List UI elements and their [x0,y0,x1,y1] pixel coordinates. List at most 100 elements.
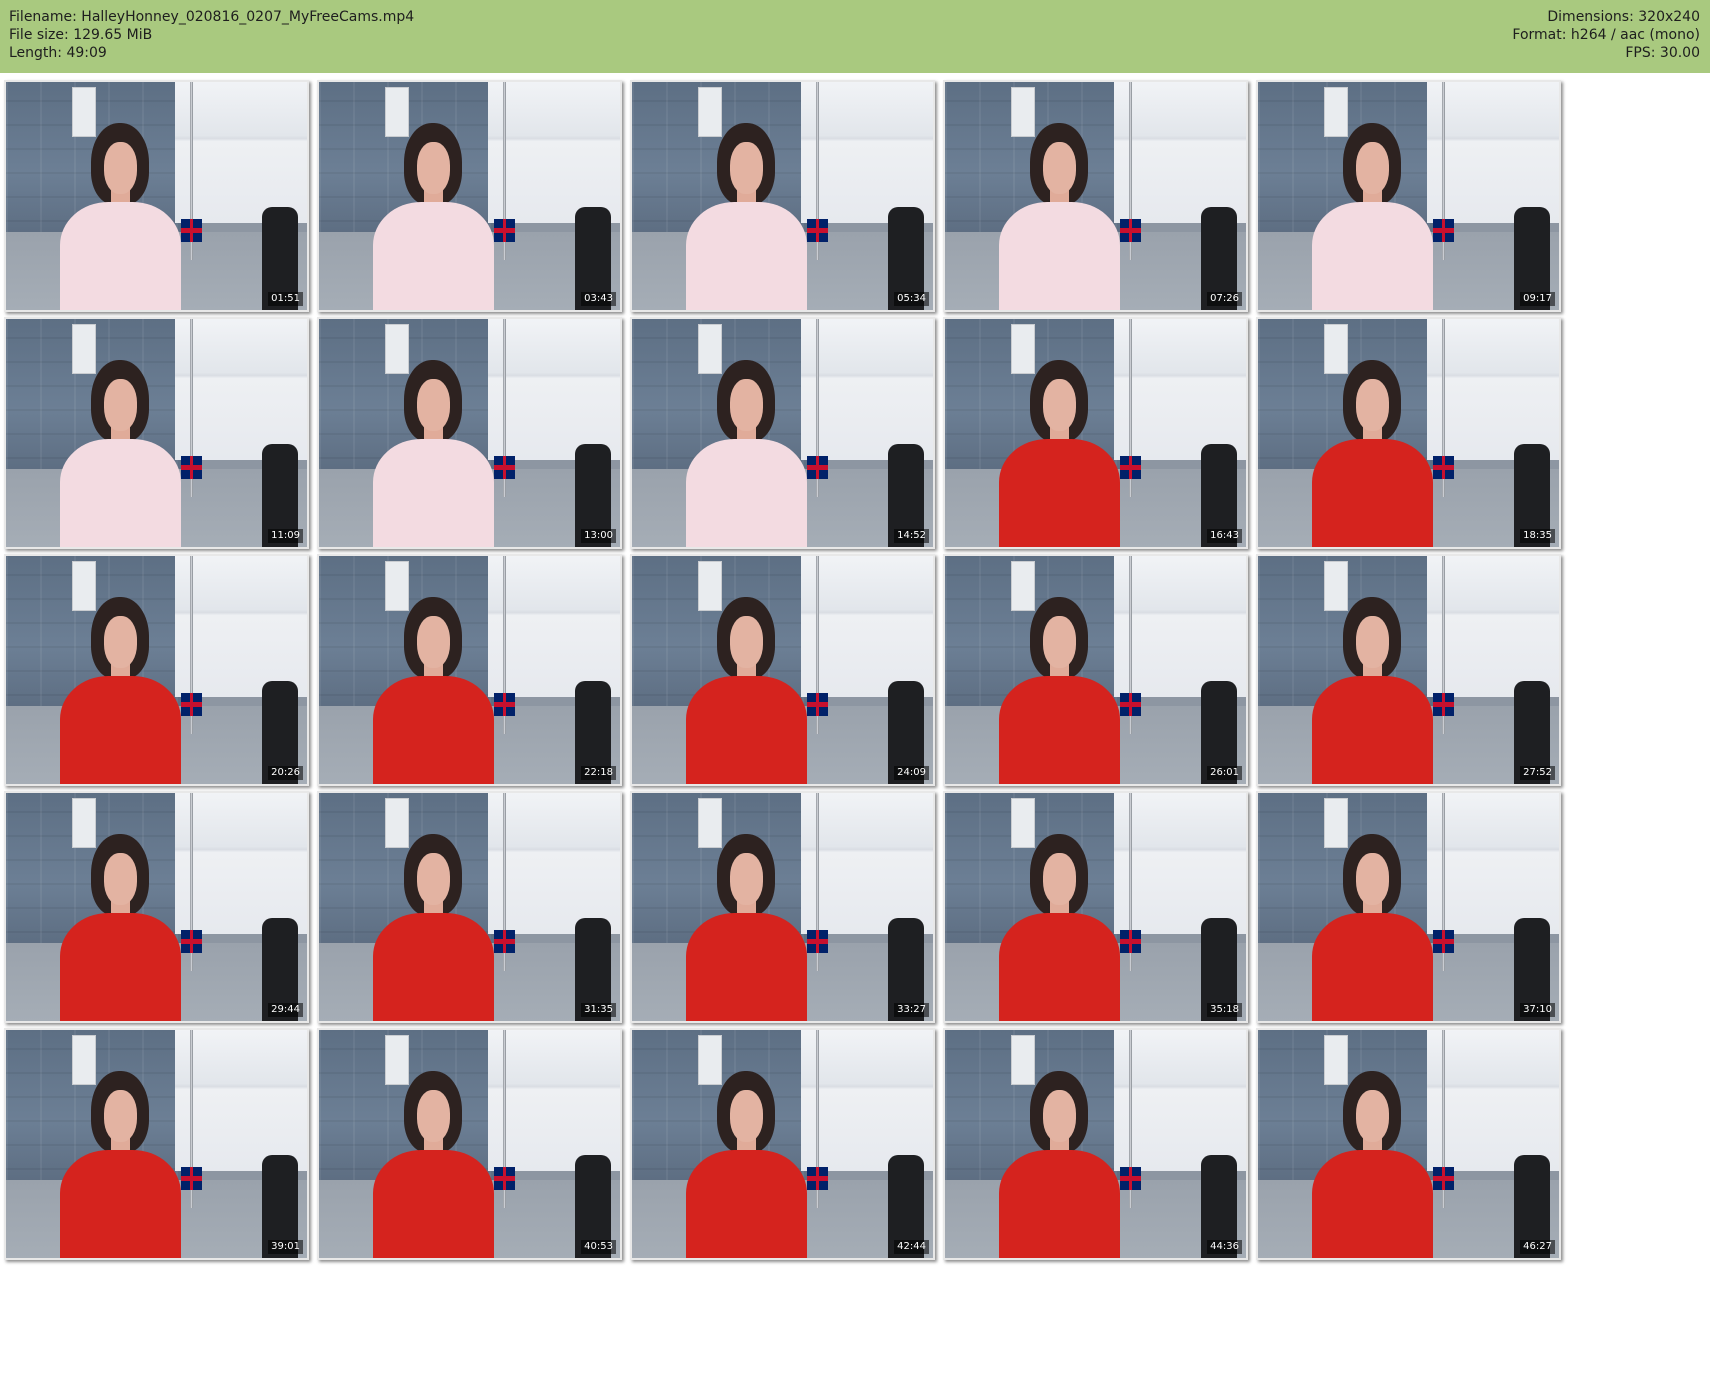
video-thumbnail[interactable]: 24:09 [630,554,935,786]
face [1355,852,1390,906]
outfit [999,1149,1120,1258]
face [1042,1089,1077,1143]
video-thumbnail[interactable]: 18:35 [1256,317,1561,549]
video-thumbnail[interactable]: 42:44 [630,1028,935,1260]
flag-bag [180,455,202,479]
video-thumbnail[interactable]: 20:26 [4,554,309,786]
flag-bag [1432,692,1454,716]
outfit [999,201,1120,310]
thumbnail-timestamp: 42:44 [894,1240,929,1254]
flag-bag [806,692,828,716]
background-shelf [800,319,933,461]
outfit [686,912,807,1021]
video-thumbnail[interactable]: 13:00 [317,317,622,549]
thumbnail-timestamp: 27:52 [1520,766,1555,780]
face [729,378,764,432]
video-thumbnail[interactable]: 03:43 [317,80,622,312]
dimensions-label: Dimensions: 320x240 [1547,9,1700,25]
video-thumbnail[interactable]: 26:01 [943,554,1248,786]
person-figure [1312,1071,1433,1258]
background-shelf [1426,556,1559,698]
thumbnail-timestamp: 18:35 [1520,529,1555,543]
face [1042,378,1077,432]
person-figure [373,123,494,310]
video-thumbnail[interactable]: 40:53 [317,1028,622,1260]
outfit [60,201,181,310]
outfit [1312,201,1433,310]
background-shelf [174,319,307,461]
thumbnail-timestamp: 11:09 [268,529,303,543]
video-thumbnail[interactable]: 05:34 [630,80,935,312]
video-thumbnail[interactable]: 39:01 [4,1028,309,1260]
thumbnail-timestamp: 24:09 [894,766,929,780]
background-shelf [1113,793,1246,935]
background-shelf [487,319,620,461]
person-figure [60,123,181,310]
thumbnail-timestamp: 39:01 [268,1240,303,1254]
video-thumbnail[interactable]: 29:44 [4,791,309,1023]
face [1355,378,1390,432]
face [416,852,451,906]
person-figure [686,597,807,784]
background-shelf [174,556,307,698]
background-shelf [1113,1030,1246,1172]
thumbnail-timestamp: 07:26 [1207,292,1242,306]
outfit [686,675,807,784]
face [1042,852,1077,906]
background-shelf [487,82,620,224]
info-right-column: Dimensions: 320x240 Format: h264 / aac (… [1512,8,1700,62]
thumbnail-timestamp: 40:53 [581,1240,616,1254]
flag-bag [1432,218,1454,242]
thumbnail-timestamp: 03:43 [581,292,616,306]
person-figure [1312,597,1433,784]
video-thumbnail[interactable]: 35:18 [943,791,1248,1023]
video-thumbnail[interactable]: 09:17 [1256,80,1561,312]
video-thumbnail[interactable]: 33:27 [630,791,935,1023]
video-thumbnail[interactable]: 22:18 [317,554,622,786]
flag-bag [806,455,828,479]
background-shelf [487,793,620,935]
person-figure [373,1071,494,1258]
video-thumbnail[interactable]: 27:52 [1256,554,1561,786]
flag-bag [180,929,202,953]
flag-bag [493,929,515,953]
person-figure [373,360,494,547]
thumbnail-timestamp: 37:10 [1520,1003,1555,1017]
background-shelf [1426,319,1559,461]
face [1355,141,1390,195]
video-thumbnail[interactable]: 01:51 [4,80,309,312]
outfit [373,912,494,1021]
face [103,1089,138,1143]
outfit [999,438,1120,547]
face [729,141,764,195]
person-figure [999,834,1120,1021]
face [416,378,451,432]
outfit [373,675,494,784]
background-shelf [1426,793,1559,935]
background-shelf [174,1030,307,1172]
video-thumbnail[interactable]: 37:10 [1256,791,1561,1023]
video-thumbnail[interactable]: 07:26 [943,80,1248,312]
video-thumbnail[interactable]: 46:27 [1256,1028,1561,1260]
background-shelf [1426,82,1559,224]
outfit [60,675,181,784]
thumbnail-timestamp: 46:27 [1520,1240,1555,1254]
outfit [999,912,1120,1021]
outfit [686,201,807,310]
outfit [373,201,494,310]
video-thumbnail[interactable]: 31:35 [317,791,622,1023]
outfit [999,675,1120,784]
video-thumbnail[interactable]: 14:52 [630,317,935,549]
format-label: Format: h264 / aac (mono) [1512,27,1700,43]
outfit [1312,438,1433,547]
filesize-label: File size: 129.65 MiB [9,27,153,43]
video-thumbnail[interactable]: 11:09 [4,317,309,549]
background-shelf [174,82,307,224]
video-thumbnail[interactable]: 16:43 [943,317,1248,549]
person-figure [60,360,181,547]
video-thumbnail[interactable]: 44:36 [943,1028,1248,1260]
flag-bag [493,218,515,242]
filename-label: Filename: HalleyHonney_020816_0207_MyFre… [9,9,415,25]
person-figure [686,1071,807,1258]
face [1355,615,1390,669]
